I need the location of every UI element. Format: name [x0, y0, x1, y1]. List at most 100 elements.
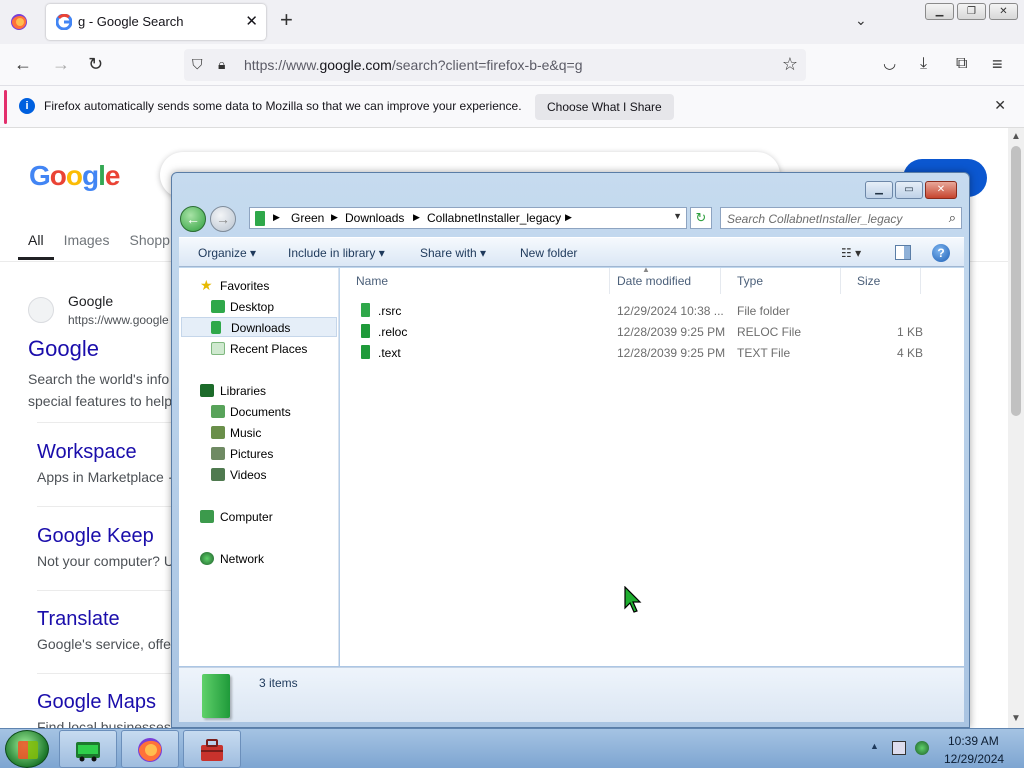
tab-images[interactable]: Images: [54, 232, 120, 260]
menu-hamburger-icon[interactable]: ≡: [992, 54, 1003, 74]
close-notification-icon[interactable]: ✕: [994, 97, 1006, 114]
chevron-down-icon[interactable]: ▼: [673, 211, 682, 221]
breadcrumb-arrow-icon[interactable]: ▶: [273, 212, 280, 223]
page-scrollbar[interactable]: ▲ ▼: [1008, 128, 1024, 728]
reload-icon[interactable]: ↻: [88, 54, 103, 74]
recent-places-icon: [211, 342, 225, 355]
nav-recent-places[interactable]: Recent Places: [179, 339, 337, 359]
sublink-google-keep[interactable]: Google Keep: [37, 525, 154, 548]
choose-what-i-share-button[interactable]: Choose What I Share: [535, 94, 674, 120]
sublink-workspace[interactable]: Workspace: [37, 441, 137, 464]
file-list[interactable]: ▲ Name Date modified Type Size .rsrc 12/…: [340, 265, 964, 666]
result-site-url[interactable]: https://www.google: [68, 313, 169, 327]
nav-favorites[interactable]: ★ Favorites: [179, 276, 337, 296]
address-bar[interactable]: ▶ Green ▶ Downloads ▶ CollabnetInstaller…: [249, 207, 687, 229]
taskbar-toolbox-button[interactable]: [183, 730, 241, 768]
breadcrumb-current-folder[interactable]: CollabnetInstaller_legacy: [427, 211, 561, 225]
forward-arrow-icon[interactable]: →: [52, 54, 70, 74]
show-hidden-icons-arrow-icon[interactable]: ▲: [870, 741, 879, 751]
organize-button[interactable]: Organize ▾: [198, 246, 256, 260]
downloads-icon[interactable]: ⤓: [920, 54, 927, 74]
breadcrumb-arrow-icon[interactable]: ▶: [565, 212, 572, 223]
taskbar-firefox-button[interactable]: [121, 730, 179, 768]
nav-desktop[interactable]: Desktop: [179, 297, 337, 317]
preview-pane-icon[interactable]: [895, 245, 911, 260]
list-all-tabs-icon[interactable]: ⌄: [855, 12, 867, 29]
minimize-button[interactable]: ▁: [925, 3, 954, 20]
nav-network[interactable]: Network: [179, 549, 337, 569]
file-row[interactable]: .reloc 12/28/2039 9:25 PM RELOC File 1 K…: [340, 321, 964, 342]
tab-title: g - Google Search: [78, 14, 184, 29]
include-in-library-button[interactable]: Include in library ▾: [288, 246, 385, 260]
close-window-button[interactable]: ✕: [989, 3, 1018, 20]
close-tab-icon[interactable]: ✕: [245, 12, 258, 30]
clock-time[interactable]: 10:39 AM: [948, 734, 999, 748]
result-snippet: Search the world's info special features…: [28, 371, 172, 409]
explorer-command-bar: Organize ▾ Include in library ▾ Share wi…: [179, 237, 964, 267]
file-row[interactable]: .rsrc 12/29/2024 10:38 ... File folder: [340, 300, 964, 321]
sublink-translate[interactable]: Translate: [37, 608, 120, 631]
new-tab-button[interactable]: +: [280, 9, 293, 31]
restore-button[interactable]: ❐: [957, 3, 986, 20]
explorer-maximize-button[interactable]: ▭: [895, 181, 923, 199]
nav-computer[interactable]: Computer: [179, 507, 337, 527]
refresh-icon[interactable]: ↻: [690, 207, 712, 229]
breadcrumb-arrow-icon[interactable]: ▶: [331, 212, 338, 223]
sublink-divider: [37, 506, 177, 507]
change-view-icon[interactable]: ☷ ▾: [841, 246, 861, 260]
explorer-search-input[interactable]: Search CollabnetInstaller_legacy ⌕: [720, 207, 962, 229]
new-folder-button[interactable]: New folder: [520, 246, 577, 260]
firefox-icon[interactable]: [10, 13, 28, 31]
sublink-google-maps[interactable]: Google Maps: [37, 691, 156, 714]
explorer-window[interactable]: ▁ ▭ ✕ ← → ▶ Green ▶ Downloads ▶ Collabne…: [171, 172, 970, 728]
breadcrumb-arrow-icon[interactable]: ▶: [413, 212, 420, 223]
column-size[interactable]: Size: [841, 268, 921, 294]
url-bar[interactable]: ⛉ 🔒︎ https://www.google.com/search?clien…: [184, 49, 806, 81]
column-type[interactable]: Type: [721, 268, 841, 294]
nav-documents[interactable]: Documents: [179, 402, 337, 422]
videos-icon: [211, 468, 225, 481]
breadcrumb-downloads[interactable]: Downloads: [345, 211, 404, 225]
nav-libraries[interactable]: Libraries: [179, 381, 337, 401]
google-favicon-icon: [56, 14, 72, 30]
back-arrow-icon[interactable]: ←: [14, 54, 32, 74]
nav-music[interactable]: Music: [179, 423, 337, 443]
explorer-minimize-button[interactable]: ▁: [865, 181, 893, 199]
share-with-button[interactable]: Share with ▾: [420, 246, 486, 260]
lock-icon[interactable]: 🔒︎: [218, 56, 225, 73]
action-center-icon[interactable]: [892, 741, 906, 755]
clock-date[interactable]: 12/29/2024: [944, 752, 1004, 766]
forward-arrow-icon[interactable]: →: [210, 206, 236, 232]
file-row[interactable]: .text 12/28/2039 9:25 PM TEXT File 4 KB: [340, 342, 964, 363]
extensions-icon[interactable]: ⧉: [956, 54, 967, 74]
help-icon[interactable]: ?: [932, 244, 950, 262]
scroll-up-arrow-icon[interactable]: ▲: [1011, 131, 1021, 142]
scroll-down-arrow-icon[interactable]: ▼: [1011, 713, 1021, 724]
result-title-link[interactable]: Google: [28, 336, 99, 362]
back-arrow-icon[interactable]: ←: [180, 206, 206, 232]
sublink-desc: Find local businesses: [37, 719, 171, 728]
nav-downloads[interactable]: Downloads: [181, 317, 337, 337]
start-button[interactable]: [5, 730, 49, 768]
nav-videos[interactable]: Videos: [179, 465, 337, 485]
google-logo[interactable]: Google: [29, 160, 120, 192]
explorer-folder-icon: [76, 742, 100, 762]
tracking-protection-shield-icon[interactable]: ⛉: [192, 56, 203, 73]
network-tray-icon[interactable]: [915, 741, 929, 755]
taskbar-explorer-button[interactable]: [59, 730, 117, 768]
nav-pictures[interactable]: Pictures: [179, 444, 337, 464]
explorer-close-button[interactable]: ✕: [925, 181, 957, 199]
url-text[interactable]: https://www.google.com/search?client=fir…: [244, 57, 583, 73]
tab-all[interactable]: All: [18, 232, 54, 260]
info-icon: i: [19, 98, 35, 114]
explorer-window-controls: ▁ ▭ ✕: [865, 181, 957, 199]
column-date-modified[interactable]: Date modified: [601, 268, 721, 294]
search-icon[interactable]: ⌕: [949, 210, 956, 226]
breadcrumb-green[interactable]: Green: [291, 211, 324, 225]
column-name[interactable]: Name: [340, 268, 610, 294]
result-site-name[interactable]: Google: [68, 293, 113, 309]
scrollbar-thumb[interactable]: [1011, 146, 1021, 416]
bookmark-star-icon[interactable]: ☆: [782, 54, 798, 75]
tab-google-search[interactable]: g - Google Search ✕: [46, 4, 266, 40]
pocket-icon[interactable]: ◡: [883, 54, 896, 74]
